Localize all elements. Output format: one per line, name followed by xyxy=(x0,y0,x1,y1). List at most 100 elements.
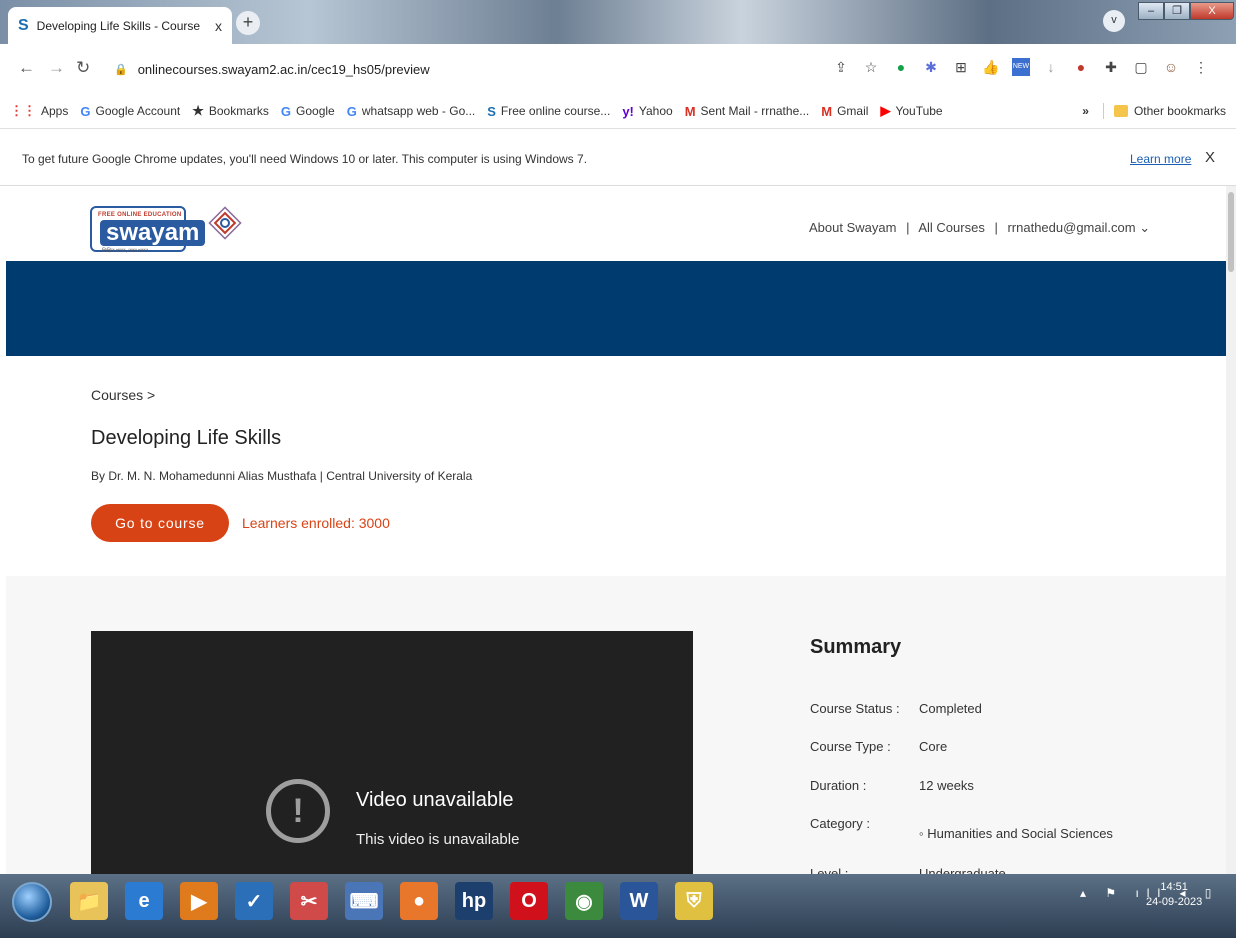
bookmark-item[interactable]: G Google xyxy=(281,104,335,119)
scrollbar-thumb[interactable] xyxy=(1228,192,1234,272)
go-to-course-button[interactable]: Go to course xyxy=(91,504,229,542)
grammarly-extension-icon[interactable]: ● xyxy=(892,58,910,76)
summary-value: 12 weeks xyxy=(919,778,974,793)
star-icon: ★ xyxy=(192,103,204,118)
learners-enrolled: Learners enrolled: 3000 xyxy=(242,515,390,531)
side-panel-icon[interactable]: ▢ xyxy=(1132,58,1150,76)
tab-search-button[interactable]: v xyxy=(1103,10,1125,32)
reload-icon[interactable]: ↻ xyxy=(76,58,90,78)
folder-icon xyxy=(1113,105,1128,117)
clock[interactable]: 14:51 24-09-2023 xyxy=(1146,880,1202,910)
summary-value: ◦ Humanities and Social Sciences xyxy=(919,826,1113,841)
bookmark-item[interactable]: ▶ YouTube xyxy=(880,103,942,119)
explorer-icon[interactable]: 📁 xyxy=(70,882,108,920)
gear-extension-icon[interactable]: ✱ xyxy=(922,58,940,76)
address-bar[interactable]: 🔒 onlinecourses.swayam2.ac.in/cec19_hs05… xyxy=(100,50,900,88)
minimize-button[interactable]: – xyxy=(1138,2,1164,20)
course-details-section: ! Video unavailable This video is unavai… xyxy=(6,576,1226,874)
bookmark-label: Yahoo xyxy=(638,104,673,118)
bookmark-star-icon[interactable]: ☆ xyxy=(862,58,880,76)
download-extension-icon[interactable]: ↓ xyxy=(1042,58,1060,76)
puzzle-extensions-icon[interactable]: ✚ xyxy=(1102,58,1120,76)
bookmark-item[interactable]: y! Yahoo xyxy=(622,104,672,119)
bookmark-item[interactable]: S Free online course... xyxy=(487,104,610,119)
bookmark-item[interactable]: G Google Account xyxy=(80,104,180,119)
clock-time: 14:51 xyxy=(1160,881,1188,893)
learn-more-link[interactable]: Learn more xyxy=(1130,152,1191,166)
summary-value: Core xyxy=(919,739,948,754)
firefox-icon[interactable]: ● xyxy=(400,882,438,920)
chrome-icon[interactable]: ◉ xyxy=(565,882,603,920)
security-shield-icon[interactable]: ⛨ xyxy=(675,882,713,920)
other-bookmarks[interactable]: Other bookmarks xyxy=(1134,104,1226,118)
yahoo-icon: y! xyxy=(622,103,634,119)
nav-separator: | xyxy=(906,220,910,235)
start-button[interactable] xyxy=(12,882,52,922)
chrome-menu-icon[interactable]: ⋮ xyxy=(1192,58,1210,76)
bookmark-item[interactable]: Gwhatsapp web - Go... xyxy=(347,104,476,119)
bookmark-label: Sent Mail - rrnathe... xyxy=(700,104,810,118)
nav-all-courses[interactable]: All Courses xyxy=(918,220,984,235)
page-scrollbar[interactable] xyxy=(1226,186,1236,874)
ie-icon[interactable]: e xyxy=(125,882,163,920)
course-banner xyxy=(6,261,1226,356)
profile-avatar[interactable]: ☺ xyxy=(1162,58,1180,76)
bookmark-item[interactable]: ★ Bookmarks xyxy=(192,103,269,119)
new-badge-extension-icon[interactable]: NEW xyxy=(1012,58,1030,76)
gmail-icon: M xyxy=(821,103,833,119)
nav-user-email[interactable]: rrnathedu@gmail.com xyxy=(1007,220,1135,235)
word-icon[interactable]: W xyxy=(620,882,658,920)
bookmark-label: Free online course... xyxy=(500,104,611,118)
tab-title: Developing Life Skills - Course xyxy=(36,18,201,33)
bookmark-item[interactable]: M Gmail xyxy=(821,104,868,119)
update-infobar: To get future Google Chrome updates, you… xyxy=(0,128,1236,186)
infobar-close-icon[interactable]: X xyxy=(1205,149,1215,166)
close-window-button[interactable]: X xyxy=(1190,2,1234,20)
window-controls: – ❐ X xyxy=(1138,2,1234,20)
summary-key: Course Status : xyxy=(810,701,900,716)
new-tab-button[interactable]: + xyxy=(236,11,260,35)
google-icon: G xyxy=(280,103,292,119)
hp-icon[interactable]: hp xyxy=(455,882,493,920)
bookmark-label: Bookmarks xyxy=(208,104,269,118)
google-icon: G xyxy=(80,103,91,119)
forward-arrow-icon[interactable]: → xyxy=(48,58,65,78)
tab-close-icon[interactable]: x xyxy=(215,18,222,34)
grid-extension-icon[interactable]: ⊞ xyxy=(952,58,970,76)
error-alert-icon: ! xyxy=(266,779,330,843)
video-error-title: Video unavailable xyxy=(356,789,514,811)
toolbar-actions: ⇪ ☆ ● ✱ ⊞ 👍 NEW ↓ ● ✚ ▢ ☺ ⋮ xyxy=(832,58,1210,76)
breadcrumb[interactable]: Courses > xyxy=(91,387,155,403)
opera-icon[interactable]: O xyxy=(510,882,548,920)
apple-extension-icon[interactable]: ● xyxy=(1072,58,1090,76)
divider xyxy=(1102,103,1104,119)
share-icon[interactable]: ⇪ xyxy=(832,58,850,76)
bookmark-item[interactable]: M Sent Mail - rrnathe... xyxy=(685,104,810,119)
bookmarks-overflow-button[interactable]: » xyxy=(1082,104,1089,118)
thumb-extension-icon[interactable]: 👍 xyxy=(982,58,1000,76)
google-icon: G xyxy=(346,103,357,119)
bookmark-label: Gmail xyxy=(837,104,869,118)
chevron-down-icon[interactable]: ⌄ xyxy=(1139,220,1150,235)
keyboard-app-icon[interactable]: ⌨ xyxy=(345,882,383,920)
url-text: onlinecourses.swayam2.ac.in/cec19_hs05/p… xyxy=(137,61,430,77)
maximize-button[interactable]: ❐ xyxy=(1164,2,1190,20)
media-icon[interactable]: ▶ xyxy=(180,882,218,920)
nav-about-swayam[interactable]: About Swayam xyxy=(809,220,896,235)
checkmark-app-icon[interactable]: ✓ xyxy=(235,882,273,920)
summary-value: Undergraduate xyxy=(919,866,1006,874)
apps-grid-icon: ⋮⋮ xyxy=(10,103,36,118)
back-arrow-icon[interactable]: ← xyxy=(18,58,35,78)
snipping-tool-icon[interactable]: ✂ xyxy=(290,882,328,920)
clock-date: 24-09-2023 xyxy=(1146,896,1203,908)
swayam-logo[interactable]: FREE ONLINE EDUCATION swayam शिक्षित भार… xyxy=(90,194,206,258)
summary-key: Duration : xyxy=(810,778,867,793)
browser-tab[interactable]: S Developing Life Skills - Course x xyxy=(8,7,232,44)
bookmarks-bar: ⋮⋮ Apps G Google Account ★ Bookmarks G Google Gw… xyxy=(0,94,1236,128)
bookmark-item[interactable]: ⋮⋮ Apps xyxy=(10,103,68,119)
web-page: FREE ONLINE EDUCATION swayam शिक्षित भार… xyxy=(0,186,1236,874)
swayam-icon: S xyxy=(487,103,496,119)
video-player[interactable]: ! Video unavailable This video is unavai… xyxy=(91,631,693,874)
logo-wordmark: swayam xyxy=(100,220,206,246)
video-error-subtitle: This video is unavailable xyxy=(356,831,520,848)
